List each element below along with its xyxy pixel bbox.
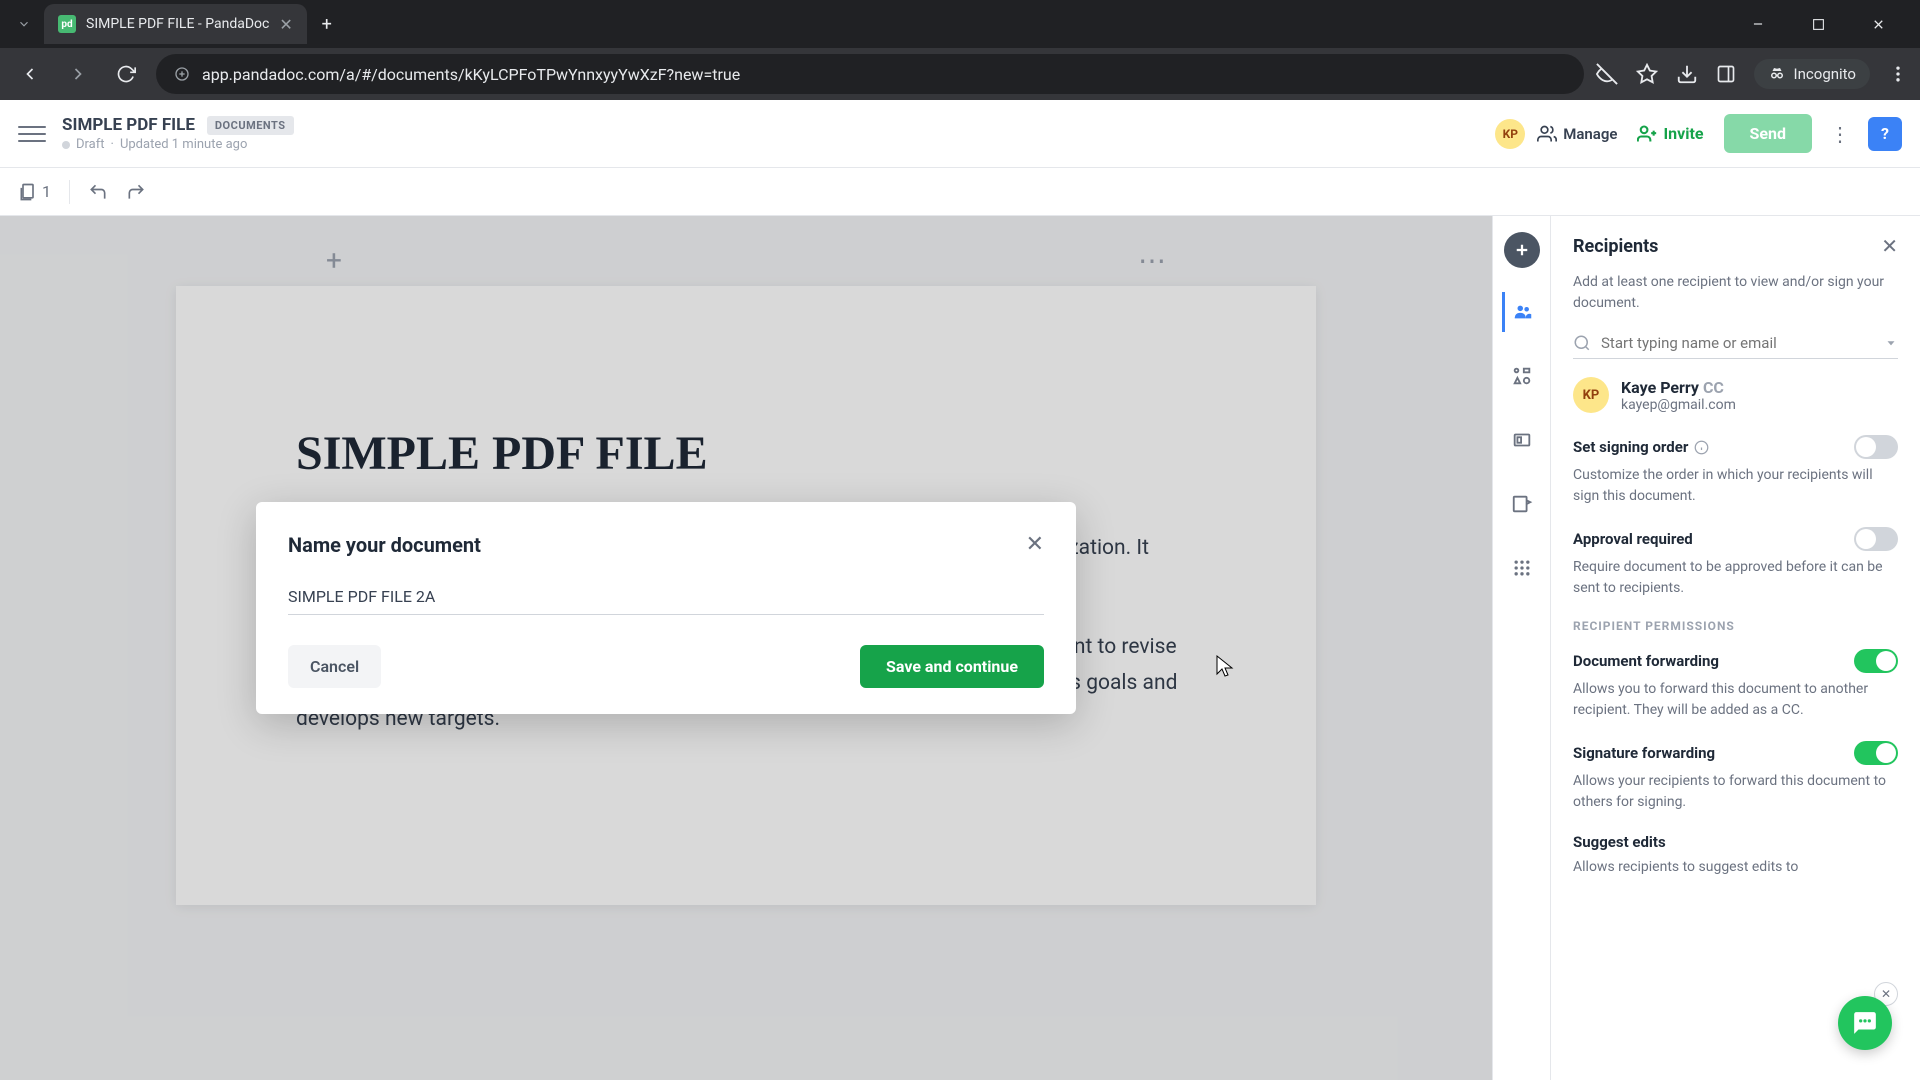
panel-title: Recipients — [1573, 236, 1658, 257]
sig-forwarding-label: Signature forwarding — [1573, 744, 1715, 762]
doc-badge: DOCUMENTS — [207, 116, 294, 135]
signing-order-desc: Customize the order in which your recipi… — [1573, 465, 1898, 507]
cancel-button[interactable]: Cancel — [288, 645, 381, 688]
browser-menu-icon[interactable] — [1888, 64, 1908, 84]
modal-overlay: Name your document ✕ Cancel Save and con… — [0, 216, 1492, 1080]
chat-icon — [1852, 1010, 1878, 1036]
recipient-search-input[interactable] — [1601, 334, 1874, 352]
modal-close-button[interactable]: ✕ — [1026, 532, 1044, 557]
tab-title: SIMPLE PDF FILE - PandaDoc — [86, 16, 269, 32]
recipient-avatar: KP — [1573, 377, 1609, 413]
approval-label: Approval required — [1573, 530, 1693, 548]
new-tab-button[interactable]: + — [311, 8, 343, 40]
download-icon[interactable] — [1676, 63, 1698, 85]
variables-tool[interactable] — [1502, 356, 1542, 396]
send-button[interactable]: Send — [1724, 114, 1812, 153]
forwarding-label: Document forwarding — [1573, 652, 1719, 670]
dropdown-icon[interactable] — [1884, 336, 1898, 350]
suggest-edits-label: Suggest edits — [1573, 833, 1666, 851]
invite-label: Invite — [1663, 124, 1703, 143]
maximize-button[interactable] — [1800, 6, 1836, 42]
panel-description: Add at least one recipient to view and/o… — [1573, 272, 1898, 314]
approval-desc: Require document to be approved before i… — [1573, 557, 1898, 599]
doc-title: SIMPLE PDF FILE — [62, 115, 195, 135]
forwarding-toggle[interactable] — [1854, 649, 1898, 673]
status-text: Draft — [76, 137, 105, 152]
modal-title: Name your document — [288, 533, 481, 557]
redo-button[interactable] — [126, 182, 146, 202]
info-icon[interactable] — [1694, 440, 1709, 455]
add-tool-button[interactable] — [1504, 232, 1540, 268]
people-icon — [1537, 124, 1557, 144]
eye-off-icon[interactable] — [1596, 63, 1618, 85]
forwarding-desc: Allows you to forward this document to a… — [1573, 679, 1898, 721]
status-dot — [62, 141, 70, 149]
name-document-modal: Name your document ✕ Cancel Save and con… — [256, 502, 1076, 714]
page-count: 1 — [42, 182, 51, 201]
updated-text: Updated 1 minute ago — [120, 137, 247, 152]
manage-button[interactable]: Manage — [1537, 124, 1617, 144]
pages-button[interactable]: 1 — [18, 182, 51, 202]
more-options-button[interactable]: ⋮ — [1824, 118, 1856, 150]
close-window-button[interactable] — [1860, 6, 1896, 42]
chat-button[interactable] — [1838, 996, 1892, 1050]
sig-forwarding-toggle[interactable] — [1854, 741, 1898, 765]
signing-order-toggle[interactable] — [1854, 435, 1898, 459]
recipient-item[interactable]: KP Kaye PerryCC kayep@gmail.com — [1573, 377, 1898, 413]
bookmark-icon[interactable] — [1636, 63, 1658, 85]
tab-close-icon[interactable]: ✕ — [279, 15, 292, 34]
search-icon — [1573, 334, 1591, 352]
forward-button[interactable] — [60, 56, 96, 92]
url-field[interactable]: app.pandadoc.com/a/#/documents/kKyLCPFoT… — [156, 54, 1584, 94]
minimize-button[interactable] — [1740, 6, 1776, 42]
apps-tool[interactable] — [1502, 548, 1542, 588]
sig-forwarding-desc: Allows your recipients to forward this d… — [1573, 771, 1898, 813]
help-button[interactable]: ? — [1868, 117, 1902, 151]
document-name-input[interactable] — [288, 579, 1044, 615]
suggest-edits-desc: Allows recipients to suggest edits to — [1573, 857, 1898, 878]
reload-button[interactable] — [108, 56, 144, 92]
incognito-badge[interactable]: Incognito — [1754, 59, 1870, 89]
signing-order-label: Set signing order — [1573, 438, 1688, 456]
manage-label: Manage — [1563, 125, 1617, 143]
undo-button[interactable] — [88, 182, 108, 202]
smart-content-tool[interactable] — [1502, 484, 1542, 524]
panel-close-button[interactable]: ✕ — [1881, 234, 1898, 258]
browser-tab[interactable]: pd SIMPLE PDF FILE - PandaDoc ✕ — [44, 4, 307, 44]
menu-button[interactable] — [18, 120, 46, 148]
recipient-name: Kaye Perry — [1621, 378, 1699, 397]
recipients-tool[interactable] — [1502, 292, 1542, 332]
user-avatar[interactable]: KP — [1495, 119, 1525, 149]
site-info-icon — [174, 66, 190, 82]
recipient-tag: CC — [1703, 378, 1724, 397]
incognito-icon — [1768, 65, 1786, 83]
save-continue-button[interactable]: Save and continue — [860, 645, 1044, 688]
url-text: app.pandadoc.com/a/#/documents/kKyLCPFoT… — [202, 65, 740, 84]
back-button[interactable] — [12, 56, 48, 92]
content-tool[interactable] — [1502, 420, 1542, 460]
approval-toggle[interactable] — [1854, 527, 1898, 551]
permissions-header: RECIPIENT PERMISSIONS — [1573, 619, 1898, 633]
recipient-email: kayep@gmail.com — [1621, 397, 1736, 413]
pandadoc-favicon: pd — [58, 15, 76, 33]
invite-button[interactable]: Invite — [1629, 124, 1711, 144]
pages-icon — [18, 182, 38, 202]
tab-dropdown[interactable] — [8, 8, 40, 40]
incognito-label: Incognito — [1794, 65, 1856, 83]
side-panel-icon[interactable] — [1716, 64, 1736, 84]
add-person-icon — [1637, 124, 1657, 144]
